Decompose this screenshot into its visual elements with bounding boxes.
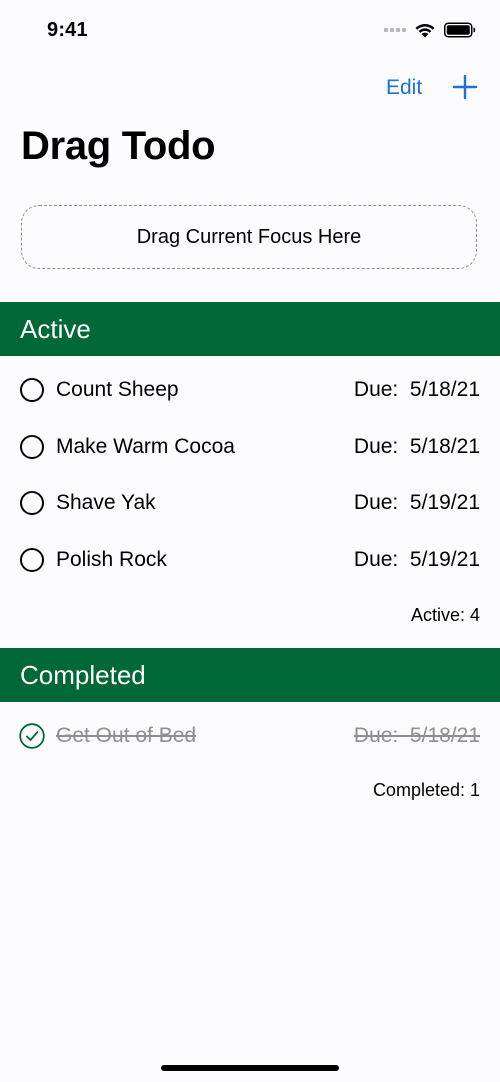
completed-count-label: Completed: 1 — [372, 780, 480, 800]
section-header-active: Active — [0, 302, 500, 356]
todo-title: Make Warm Cocoa — [56, 435, 235, 458]
incomplete-circle-icon[interactable] — [20, 491, 44, 515]
drop-zone-label: Drag Current Focus Here — [136, 225, 362, 248]
todo-due-date: Due: 5/19/21 — [353, 548, 480, 571]
active-count-label: Active: 4 — [410, 605, 480, 625]
wifi-icon — [415, 24, 435, 38]
todo-due-date: Due: 5/18/21 — [353, 378, 480, 401]
todo-title: Count Sheep — [56, 378, 179, 401]
status-bar: 9:41 — [0, 0, 500, 60]
todo-row[interactable]: Get Out of Bed Due: 5/18/21 — [0, 714, 500, 758]
battery-icon — [444, 22, 476, 38]
todo-due-date: Due: 5/18/21 — [353, 724, 480, 747]
todo-row[interactable]: Polish Rock Due: 5/19/21 — [0, 538, 500, 582]
section-title-completed: Completed — [20, 659, 146, 690]
status-time: 9:41 — [47, 19, 88, 41]
home-indicator[interactable] — [161, 1065, 339, 1071]
status-icons — [384, 22, 476, 38]
incomplete-circle-icon[interactable] — [20, 378, 44, 402]
todo-row[interactable]: Shave Yak Due: 5/19/21 — [0, 481, 500, 525]
incomplete-circle-icon[interactable] — [20, 548, 44, 572]
incomplete-circle-icon[interactable] — [20, 435, 44, 459]
page-title: Drag Todo — [21, 124, 216, 168]
checkmark-circle-icon[interactable] — [19, 723, 45, 749]
todo-due-date: Due: 5/18/21 — [353, 435, 480, 458]
todo-title: Shave Yak — [56, 491, 156, 514]
todo-title: Get Out of Bed — [56, 724, 197, 747]
edit-button[interactable]: Edit — [386, 76, 422, 100]
section-title-active: Active — [20, 313, 91, 344]
cellular-signal-icon — [384, 28, 406, 32]
plus-icon[interactable] — [450, 72, 480, 102]
focus-drop-zone[interactable]: Drag Current Focus Here — [21, 205, 477, 269]
todo-title: Polish Rock — [56, 548, 167, 571]
todo-due-date: Due: 5/19/21 — [353, 491, 480, 514]
todo-row[interactable]: Make Warm Cocoa Due: 5/18/21 — [0, 425, 500, 469]
section-header-completed: Completed — [0, 648, 500, 702]
todo-row[interactable]: Count Sheep Due: 5/18/21 — [0, 368, 500, 412]
